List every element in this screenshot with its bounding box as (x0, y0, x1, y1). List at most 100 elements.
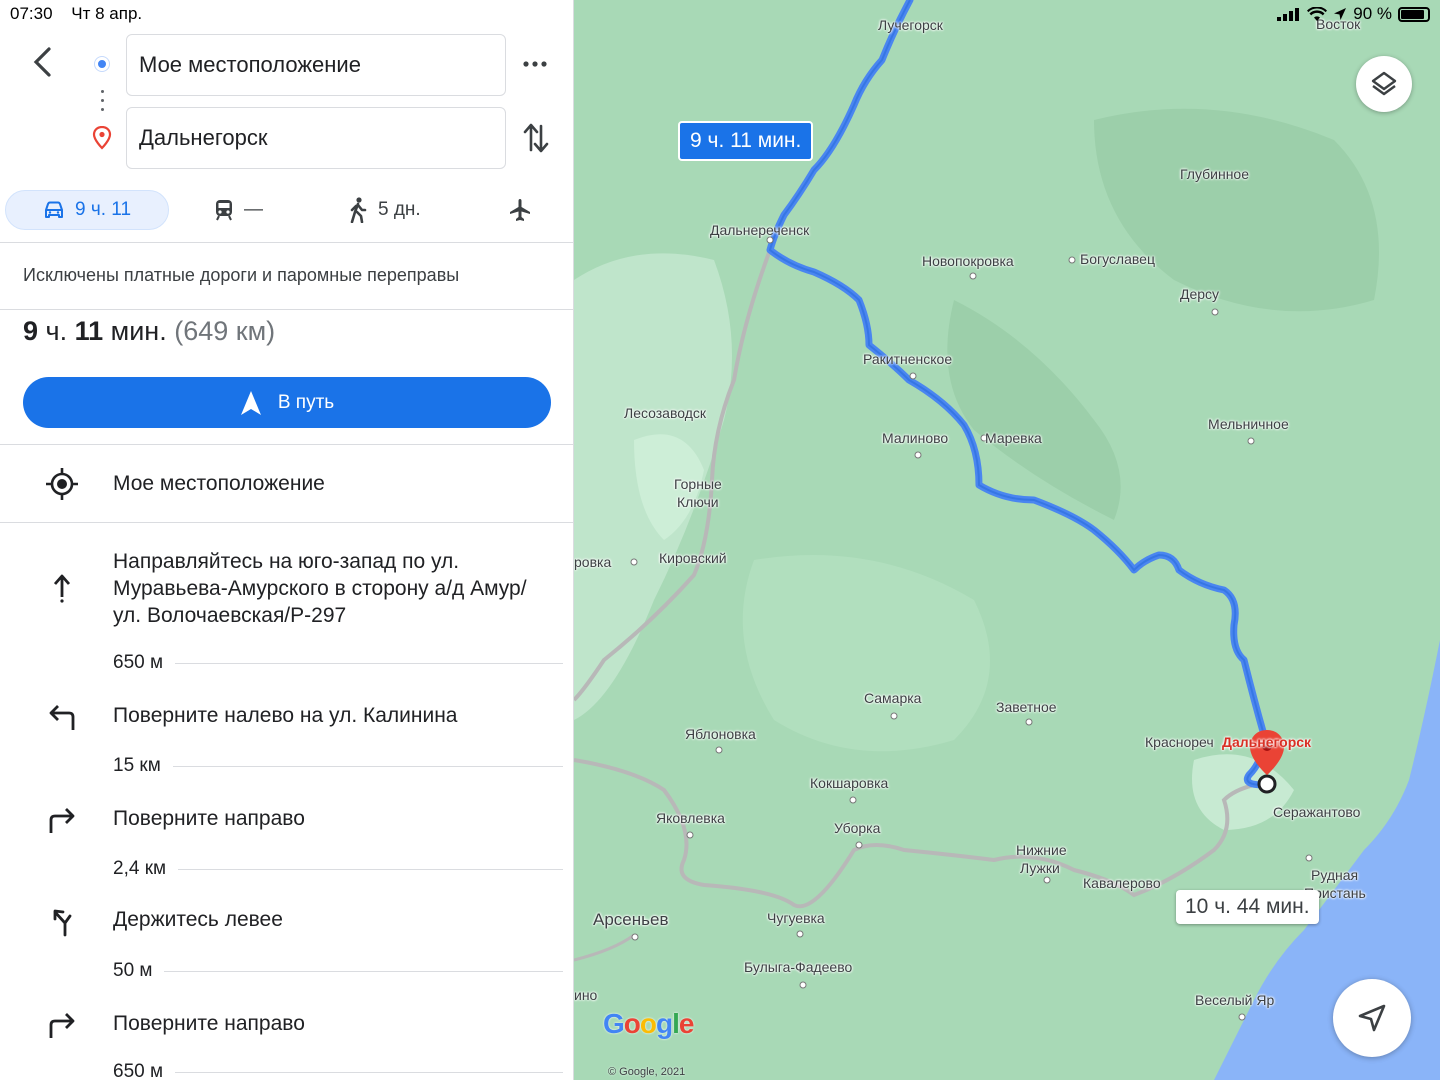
mode-transit-time: — (244, 199, 263, 220)
map-place-label: Кавалерово (1083, 875, 1161, 891)
map-place-label: Серажантово (1273, 804, 1361, 820)
mode-flight-tab[interactable] (508, 190, 532, 230)
map-place-label: Лужки (1020, 860, 1060, 876)
mode-walk-time: 5 дн. (378, 199, 421, 220)
start-navigation-button[interactable]: В путь (23, 377, 551, 428)
map-place-label: Глубинное (1180, 166, 1249, 182)
step-distance-row: 650 м (113, 652, 563, 674)
route-notice: Исключены платные дороги и паромные пере… (23, 265, 460, 285)
step-instruction: Направляйтесь на юго-запад по ул. Муравь… (113, 550, 527, 627)
step-distance: 50 м (113, 960, 153, 981)
alt-route-duration-label[interactable]: 10 ч. 44 мин. (1176, 890, 1319, 924)
destination-input[interactable]: Дальнегорск (126, 107, 506, 169)
map-place-label: Самарка (864, 690, 922, 706)
step-distance-row: 15 км (113, 755, 563, 777)
step-instruction: Держитесь левее (113, 908, 283, 931)
start-navigation-label: В путь (277, 391, 335, 413)
signal-icon (1277, 8, 1300, 21)
map-place-label: Лесозаводск (624, 405, 707, 421)
summary-minutes-unit: мин. (103, 316, 175, 346)
step-distance-row: 650 м (113, 1061, 563, 1080)
origin-input[interactable]: Мое местоположение (126, 34, 506, 96)
car-icon (44, 201, 63, 218)
map-place-label: Лучегорск (878, 17, 943, 33)
my-location-icon (44, 466, 80, 502)
walk-icon (350, 197, 367, 223)
status-date: Чт 8 апр. (71, 4, 143, 23)
summary-hours: 9 (23, 316, 39, 346)
map-destination-label: Дальнегорск (1222, 734, 1312, 750)
map-place-label: Мельничное (1208, 416, 1289, 432)
more-options-icon[interactable] (521, 52, 549, 76)
my-location-button[interactable] (1333, 979, 1411, 1057)
map-place-label: ино (574, 987, 598, 1003)
straight-arrow-icon (44, 570, 80, 606)
turn-right-icon (44, 1008, 80, 1044)
back-arrow-icon[interactable] (28, 45, 58, 79)
route-dots-icon (101, 90, 104, 114)
mode-car-time: 9 ч. 11 (74, 199, 132, 220)
location-arrow-icon (1334, 8, 1347, 20)
map-place-label: Арсеньев (593, 910, 669, 929)
map-place-label: Кокшаровка (810, 775, 889, 791)
main-route-duration-label[interactable]: 9 ч. 11 мин. (678, 121, 814, 161)
layers-button[interactable] (1356, 56, 1412, 112)
start-location-label: Мое местоположение (113, 472, 325, 495)
map-place-label: Яблоновка (685, 726, 756, 742)
travel-modes: 9 ч. 11 — 5 дн. (0, 190, 573, 232)
map-place-label: Ракитненское (863, 351, 953, 367)
map-place-label: Веселый Яр (1195, 992, 1275, 1008)
airplane-icon (510, 199, 530, 221)
route-summary: 9 ч. 11 мин. (649 км) (23, 316, 275, 347)
mode-transit-tab[interactable]: — (214, 190, 263, 230)
wifi-icon (1307, 6, 1328, 21)
divider (0, 522, 573, 523)
origin-dot-icon (95, 57, 109, 71)
map-place-label: Богуславец (1080, 251, 1155, 267)
map-place-label: Чугуевка (767, 910, 825, 926)
step-distance: 15 км (113, 755, 161, 776)
status-bar-left: 07:30 Чт 8 апр. (10, 4, 156, 24)
turn-left-icon (44, 700, 80, 736)
step-distance-row: 50 м (113, 960, 563, 982)
map-place-label: ровка (574, 554, 612, 570)
layers-icon (1371, 71, 1397, 96)
map-view[interactable]: Лучегорск Восток Глубинное Дальнереченск… (574, 0, 1440, 1080)
keep-left-icon (44, 904, 80, 940)
summary-distance: (649 км) (174, 316, 276, 346)
destination-pin-icon (92, 126, 112, 150)
mode-car-tab[interactable]: 9 ч. 11 (5, 190, 169, 230)
mode-walk-tab[interactable]: 5 дн. (348, 190, 421, 230)
map-place-label: Заветное (996, 699, 1057, 715)
map-place-label: Яковлевка (656, 810, 725, 826)
train-icon (216, 200, 232, 221)
step-distance: 650 м (113, 1061, 164, 1080)
map-place-label: Дальнереченск (710, 222, 810, 238)
navigation-arrow-icon (1358, 1004, 1386, 1032)
turn-right-icon (44, 803, 80, 839)
map-place-label: Нижние (1016, 842, 1067, 858)
battery-percent: 90 % (1353, 4, 1392, 23)
map-place-label: Краснореч (1145, 734, 1214, 750)
step-distance: 2,4 км (113, 858, 167, 879)
map-copyright: © Google, 2021 (608, 1066, 686, 1078)
map-place-label: Новопокровка (922, 253, 1014, 269)
map-place-label: Кировский (659, 550, 727, 566)
map-place-label: Малиново (882, 430, 949, 446)
map-place-label: Рудная (1311, 867, 1359, 883)
status-time: 07:30 (10, 4, 53, 23)
map-place-label: Маревка (985, 430, 1042, 446)
swap-icon[interactable] (522, 120, 550, 156)
map-place-label: Ключи (677, 494, 719, 510)
map-place-label: Дерсу (1180, 286, 1220, 302)
navigation-arrow-icon (240, 390, 261, 415)
divider (0, 242, 573, 243)
step-instruction: Поверните направо (113, 807, 305, 830)
status-bar-right: 90 % (1277, 4, 1430, 24)
divider (0, 309, 573, 310)
map-place-label: Горные (674, 476, 722, 492)
summary-minutes: 11 (74, 316, 104, 346)
step-instruction: Поверните налево на ул. Калинина (113, 704, 458, 727)
divider (0, 444, 573, 445)
battery-icon (1398, 6, 1430, 22)
